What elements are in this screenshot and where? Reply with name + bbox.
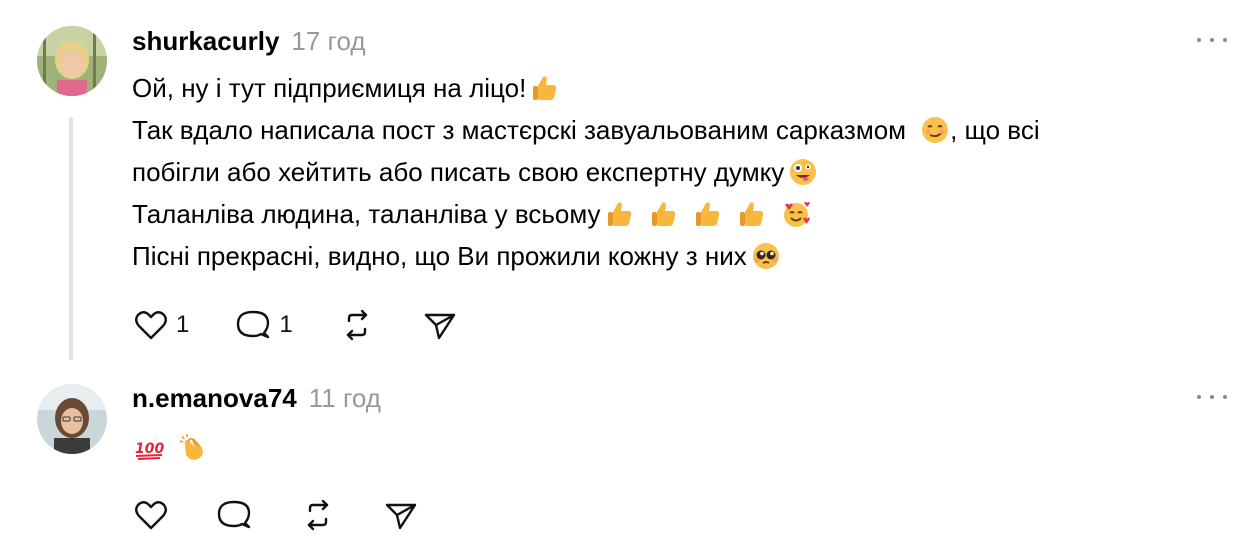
repost-button[interactable] (298, 496, 338, 534)
more-options-button[interactable] (1197, 392, 1227, 402)
username[interactable]: n.emanova74 (132, 383, 297, 414)
like-button[interactable]: 1 (132, 306, 189, 344)
text-line: побігли або хейтить або писать свою експ… (132, 151, 1040, 193)
text-line: Пісні прекрасні, видно, що Ви прожили ко… (132, 235, 1040, 277)
timestamp[interactable]: 17 год (291, 26, 365, 57)
heart-icon (132, 306, 170, 344)
dot-icon (1210, 38, 1214, 42)
repost-button[interactable] (337, 306, 377, 344)
post-actions: 1 1 (132, 305, 503, 345)
pleading-face-icon (751, 241, 781, 271)
avatar[interactable] (37, 384, 107, 454)
thread-line (69, 117, 73, 360)
avatar[interactable] (37, 26, 107, 96)
text-line: Таланліва людина, таланліва у всьому (132, 193, 1040, 235)
comment-icon (233, 306, 273, 344)
send-icon (421, 306, 459, 344)
text-segment: Пісні прекрасні, видно, що Ви прожили ко… (132, 241, 747, 271)
text-segment: побігли або хейтить або писать свою експ… (132, 157, 785, 187)
send-icon (382, 496, 420, 534)
comment-icon (214, 496, 254, 534)
post-header: n.emanova74 11 год (132, 383, 381, 414)
smirking-face-icon (920, 115, 950, 145)
thumbs-up-icon (737, 199, 767, 229)
repost-icon (337, 306, 377, 344)
text-line: Так вдало написала пост з мастєрскі заву… (132, 109, 1040, 151)
dot-icon (1210, 395, 1214, 399)
dot-icon (1197, 395, 1201, 399)
reply-count: 1 (279, 311, 293, 338)
dot-icon (1223, 38, 1227, 42)
post-body: 100 (132, 425, 208, 467)
post-header: shurkacurly 17 год (132, 26, 366, 57)
reply-button[interactable]: 1 (233, 306, 293, 344)
username[interactable]: shurkacurly (132, 26, 279, 57)
thumbs-up-icon (649, 199, 679, 229)
smiling-face-with-hearts-icon (781, 199, 811, 229)
heart-icon (132, 496, 170, 534)
clapping-hands-icon (178, 431, 208, 461)
thumbs-up-icon (530, 73, 560, 103)
text-segment: Ой, ну і тут підприємиця на ліцо! (132, 73, 527, 103)
text-segment: , що всі (950, 115, 1040, 145)
text-line: Ой, ну і тут підприємиця на ліцо! (132, 67, 1040, 109)
reply-button[interactable] (214, 496, 254, 534)
timestamp[interactable]: 11 год (309, 383, 381, 414)
share-button[interactable] (421, 306, 459, 344)
like-button[interactable] (132, 496, 170, 534)
more-options-button[interactable] (1197, 35, 1227, 45)
like-count: 1 (176, 311, 190, 338)
hundred-points-icon: 100 (134, 431, 164, 461)
dot-icon (1223, 395, 1227, 399)
repost-icon (298, 496, 338, 534)
text-line: 100 (132, 425, 208, 467)
text-segment: Таланліва людина, таланліва у всьому (132, 199, 601, 229)
post-body: Ой, ну і тут підприємиця на ліцо! Так вд… (132, 67, 1040, 277)
share-button[interactable] (382, 496, 420, 534)
dot-icon (1197, 38, 1201, 42)
thumbs-up-icon (693, 199, 723, 229)
text-segment: Так вдало написала пост з мастєрскі заву… (132, 115, 907, 145)
thumbs-up-icon (605, 199, 635, 229)
post-actions (132, 495, 464, 535)
zany-face-icon (788, 157, 818, 187)
